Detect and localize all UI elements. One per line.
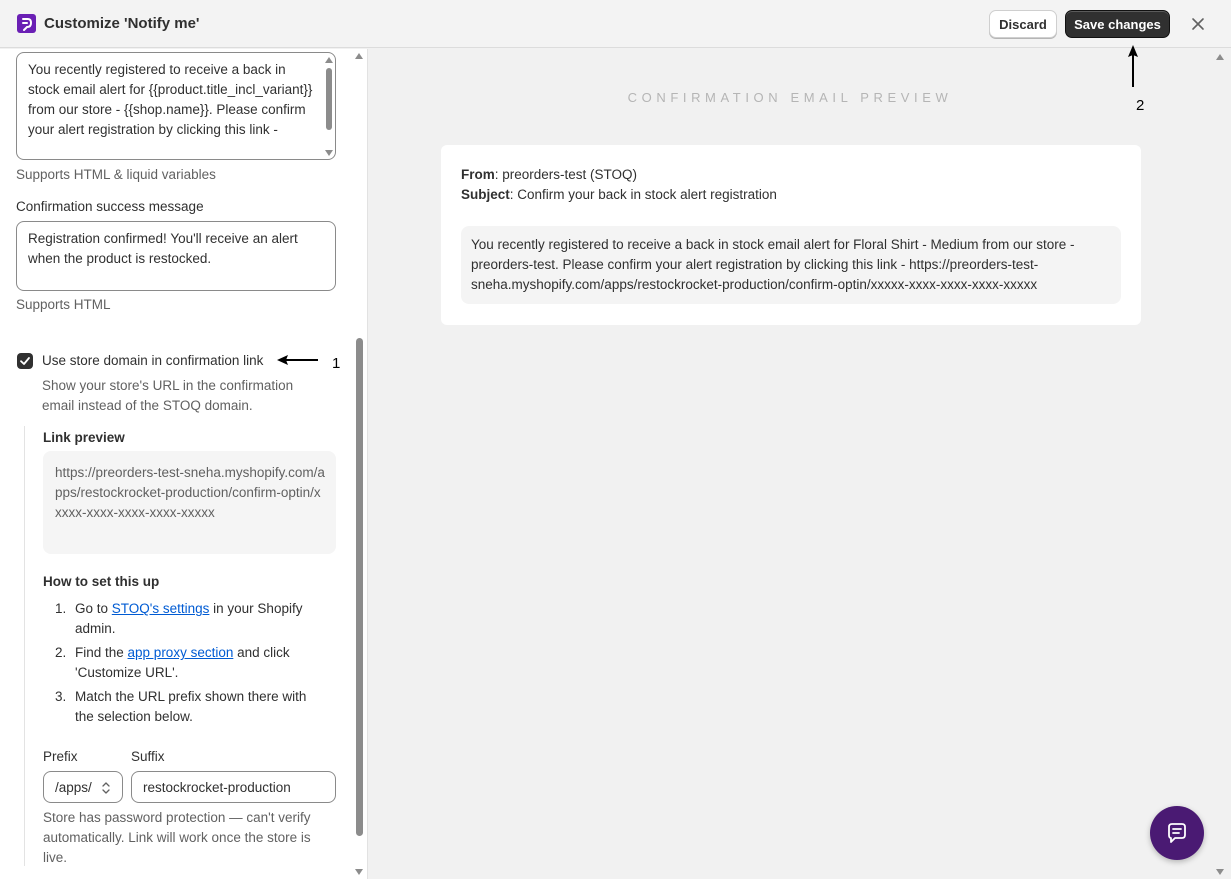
annotation-arrow-left-icon	[276, 353, 320, 367]
preview-scroll-up-icon[interactable]	[1216, 54, 1224, 60]
annotation-arrow-up-icon	[1124, 44, 1142, 88]
link-preview-box: https://preorders-test-sneha.myshopify.c…	[43, 451, 336, 554]
success-message-textarea[interactable]: Registration confirmed! You'll receive a…	[16, 221, 336, 291]
stoq-settings-link[interactable]: STOQ's settings	[112, 601, 210, 616]
use-store-domain-description: Show your store's URL in the confirmatio…	[42, 378, 294, 413]
success-message-text: Registration confirmed! You'll receive a…	[28, 231, 298, 266]
stoq-logo-icon	[17, 14, 36, 33]
save-changes-button[interactable]: Save changes	[1065, 10, 1170, 38]
email-preview-card: From: preorders-test (STOQ) Subject: Con…	[441, 145, 1141, 325]
success-message-label: Confirmation success message	[16, 199, 204, 214]
app-proxy-section-link[interactable]: app proxy section	[128, 645, 234, 660]
preview-scroll-down-icon[interactable]	[1216, 869, 1224, 875]
annotation-number-2: 2	[1136, 97, 1145, 114]
panel-scroll-up-icon[interactable]	[355, 53, 363, 59]
setup-steps-list: 1. Go to STOQ's settings in your Shopify …	[55, 599, 325, 731]
prefix-select-value: /apps/	[55, 780, 92, 795]
section-indent-line	[24, 426, 25, 866]
list-item: 1. Go to STOQ's settings in your Shopify …	[55, 601, 303, 636]
confirmation-email-body-textarea[interactable]: You recently registered to receive a bac…	[16, 52, 336, 160]
top-bar: Customize 'Notify me' Discard Save chang…	[0, 0, 1231, 48]
chat-button[interactable]	[1150, 806, 1204, 860]
success-message-help-text: Supports HTML	[16, 297, 111, 312]
textarea-scrollbar[interactable]	[326, 68, 332, 130]
email-body-preview: You recently registered to receive a bac…	[461, 226, 1121, 304]
use-store-domain-checkbox[interactable]	[17, 353, 33, 369]
email-from: From: preorders-test (STOQ)	[461, 167, 638, 182]
discard-button[interactable]: Discard	[989, 10, 1057, 38]
prefix-select[interactable]: /apps/	[43, 771, 123, 803]
email-body-help-text: Supports HTML & liquid variables	[16, 167, 216, 182]
list-item: 3. Match the URL prefix shown there with …	[55, 689, 307, 724]
panel-scrollbar[interactable]	[356, 338, 363, 836]
use-store-domain-label[interactable]: Use store domain in confirmation link	[42, 353, 263, 368]
confirmation-email-body-text: You recently registered to receive a bac…	[28, 62, 313, 137]
preview-panel: CONFIRMATION EMAIL PREVIEW From: preorde…	[369, 49, 1231, 879]
annotation-number-1: 1	[332, 355, 341, 372]
list-item: 2. Find the app proxy section and click '…	[55, 645, 290, 680]
textarea-scroll-down-icon[interactable]	[325, 150, 333, 156]
chat-icon	[1168, 823, 1186, 843]
email-subject: Subject: Confirm your back in stock aler…	[461, 187, 777, 202]
preview-title: CONFIRMATION EMAIL PREVIEW	[627, 90, 953, 105]
settings-panel: You recently registered to receive a bac…	[0, 49, 368, 879]
panel-scroll-down-icon[interactable]	[355, 869, 363, 875]
textarea-scroll-up-icon[interactable]	[325, 57, 333, 63]
suffix-input[interactable]: restockrocket-production	[131, 771, 336, 803]
close-icon[interactable]	[1189, 15, 1207, 33]
suffix-input-value: restockrocket-production	[143, 780, 291, 795]
link-preview-text: https://preorders-test-sneha.myshopify.c…	[55, 465, 325, 520]
prefix-label: Prefix	[43, 749, 78, 764]
setup-heading: How to set this up	[43, 574, 160, 589]
select-chevron-icon	[102, 782, 110, 794]
email-body-text: You recently registered to receive a bac…	[471, 237, 1075, 292]
suffix-label: Suffix	[131, 749, 165, 764]
password-protection-warning: Store has password protection — can't ve…	[43, 810, 311, 865]
page-title: Customize 'Notify me'	[44, 15, 200, 32]
link-preview-label: Link preview	[43, 430, 125, 445]
